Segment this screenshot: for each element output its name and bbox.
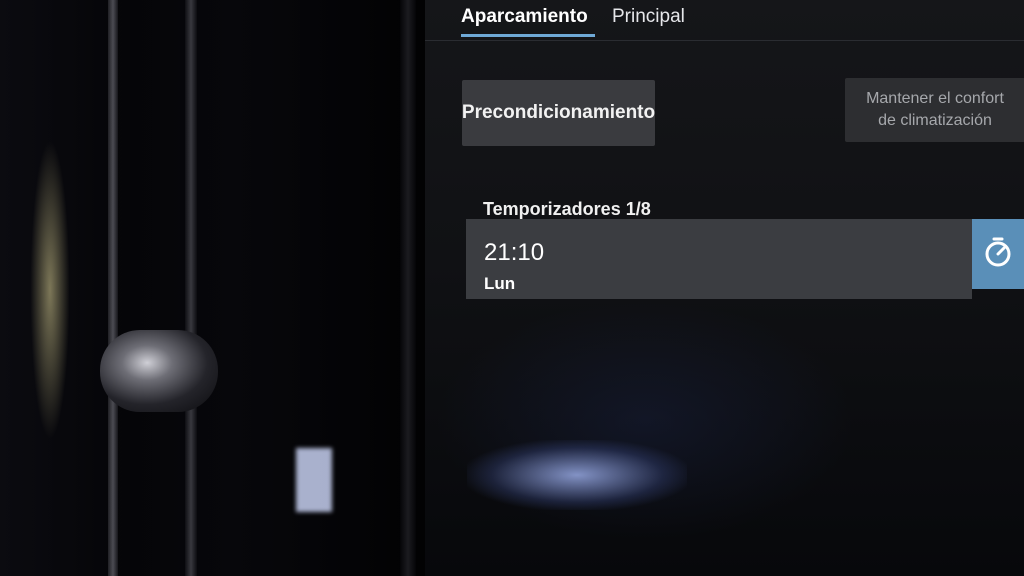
tab-principal[interactable]: Principal <box>612 6 685 28</box>
tab-aparcamiento[interactable]: Aparcamiento <box>461 6 588 28</box>
preconditioning-label: Precondicionamiento <box>461 102 656 123</box>
preconditioning-button[interactable]: Precondicionamiento <box>462 80 655 146</box>
timer-icon <box>981 235 1015 274</box>
light-reflection <box>296 448 332 512</box>
timer-day: Lun <box>484 274 516 293</box>
ambient-light-reflection <box>30 140 70 440</box>
photo-stage: Aparcamiento Principal Precondicionamien… <box>0 0 1024 576</box>
tab-bar: Aparcamiento Principal <box>425 0 1024 41</box>
screen-glare <box>467 440 687 510</box>
timer-row[interactable]: 21:10 Lun <box>466 219 972 299</box>
timer-toggle-button[interactable] <box>972 219 1024 289</box>
bezel-trim-strip <box>185 0 197 576</box>
keep-climate-comfort-label: Mantener el confort de climatización <box>866 88 1004 132</box>
bezel-trim-strip <box>108 0 118 576</box>
active-tab-indicator <box>461 34 595 37</box>
keep-climate-comfort-button[interactable]: Mantener el confort de climatización <box>845 78 1024 142</box>
infotainment-screen: Aparcamiento Principal Precondicionamien… <box>425 0 1024 576</box>
screen-edge <box>400 0 416 576</box>
control-knob[interactable] <box>100 330 218 412</box>
timers-heading: Temporizadores 1/8 <box>483 199 651 219</box>
dashboard-bezel <box>0 0 425 576</box>
timer-time: 21:10 <box>484 239 545 266</box>
keep-comfort-label-line2: de climatización <box>878 112 992 129</box>
keep-comfort-label-line1: Mantener el confort <box>866 90 1004 107</box>
